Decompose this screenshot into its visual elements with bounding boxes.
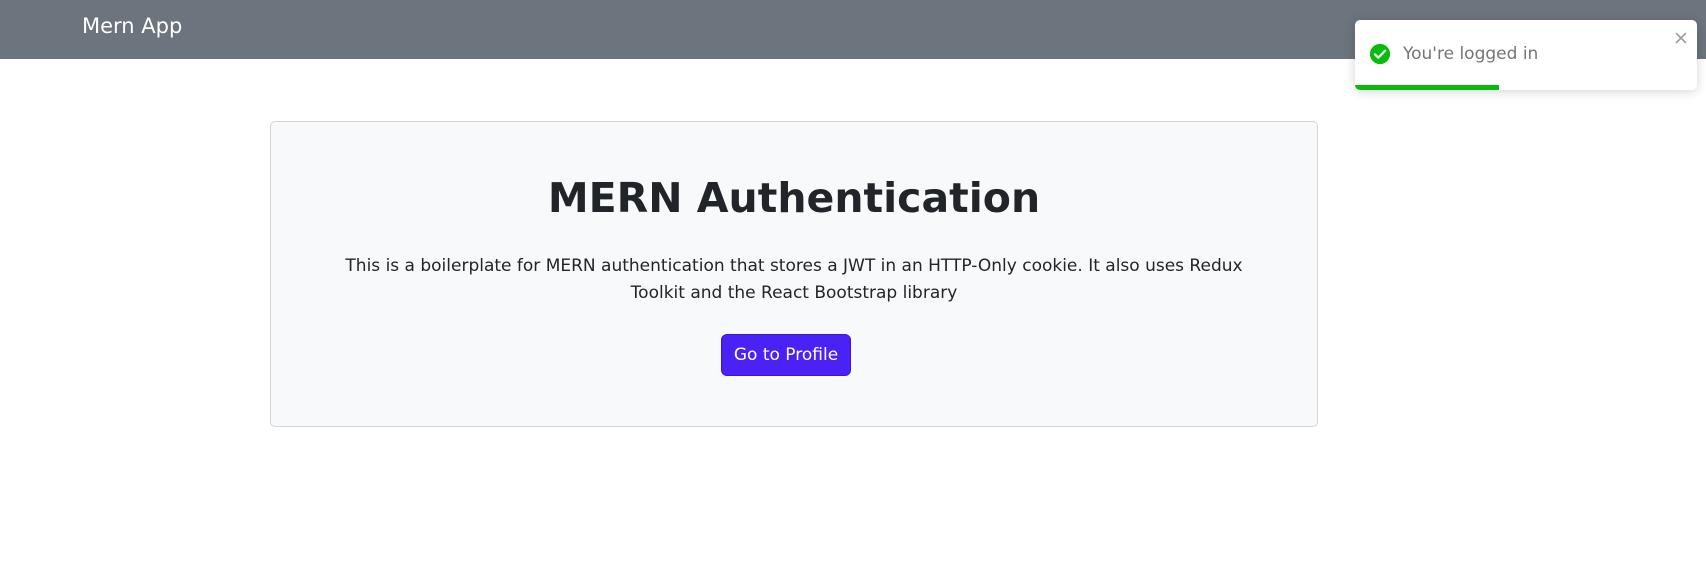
go-to-profile-button[interactable]: Go to Profile [721, 334, 851, 376]
toast-message: You're logged in [1403, 44, 1539, 64]
toast-notification[interactable]: You're logged in [1355, 20, 1697, 90]
close-icon[interactable] [1673, 30, 1689, 46]
toast-progress-bar [1355, 85, 1499, 90]
hero-title: MERN Authentication [547, 174, 1041, 222]
hero-card: MERN Authentication This is a boilerplat… [270, 121, 1318, 427]
hero-description: This is a boilerplate for MERN authentic… [345, 256, 1243, 303]
navbar-brand[interactable]: Mern App [82, 14, 182, 38]
check-circle-icon [1369, 43, 1391, 65]
